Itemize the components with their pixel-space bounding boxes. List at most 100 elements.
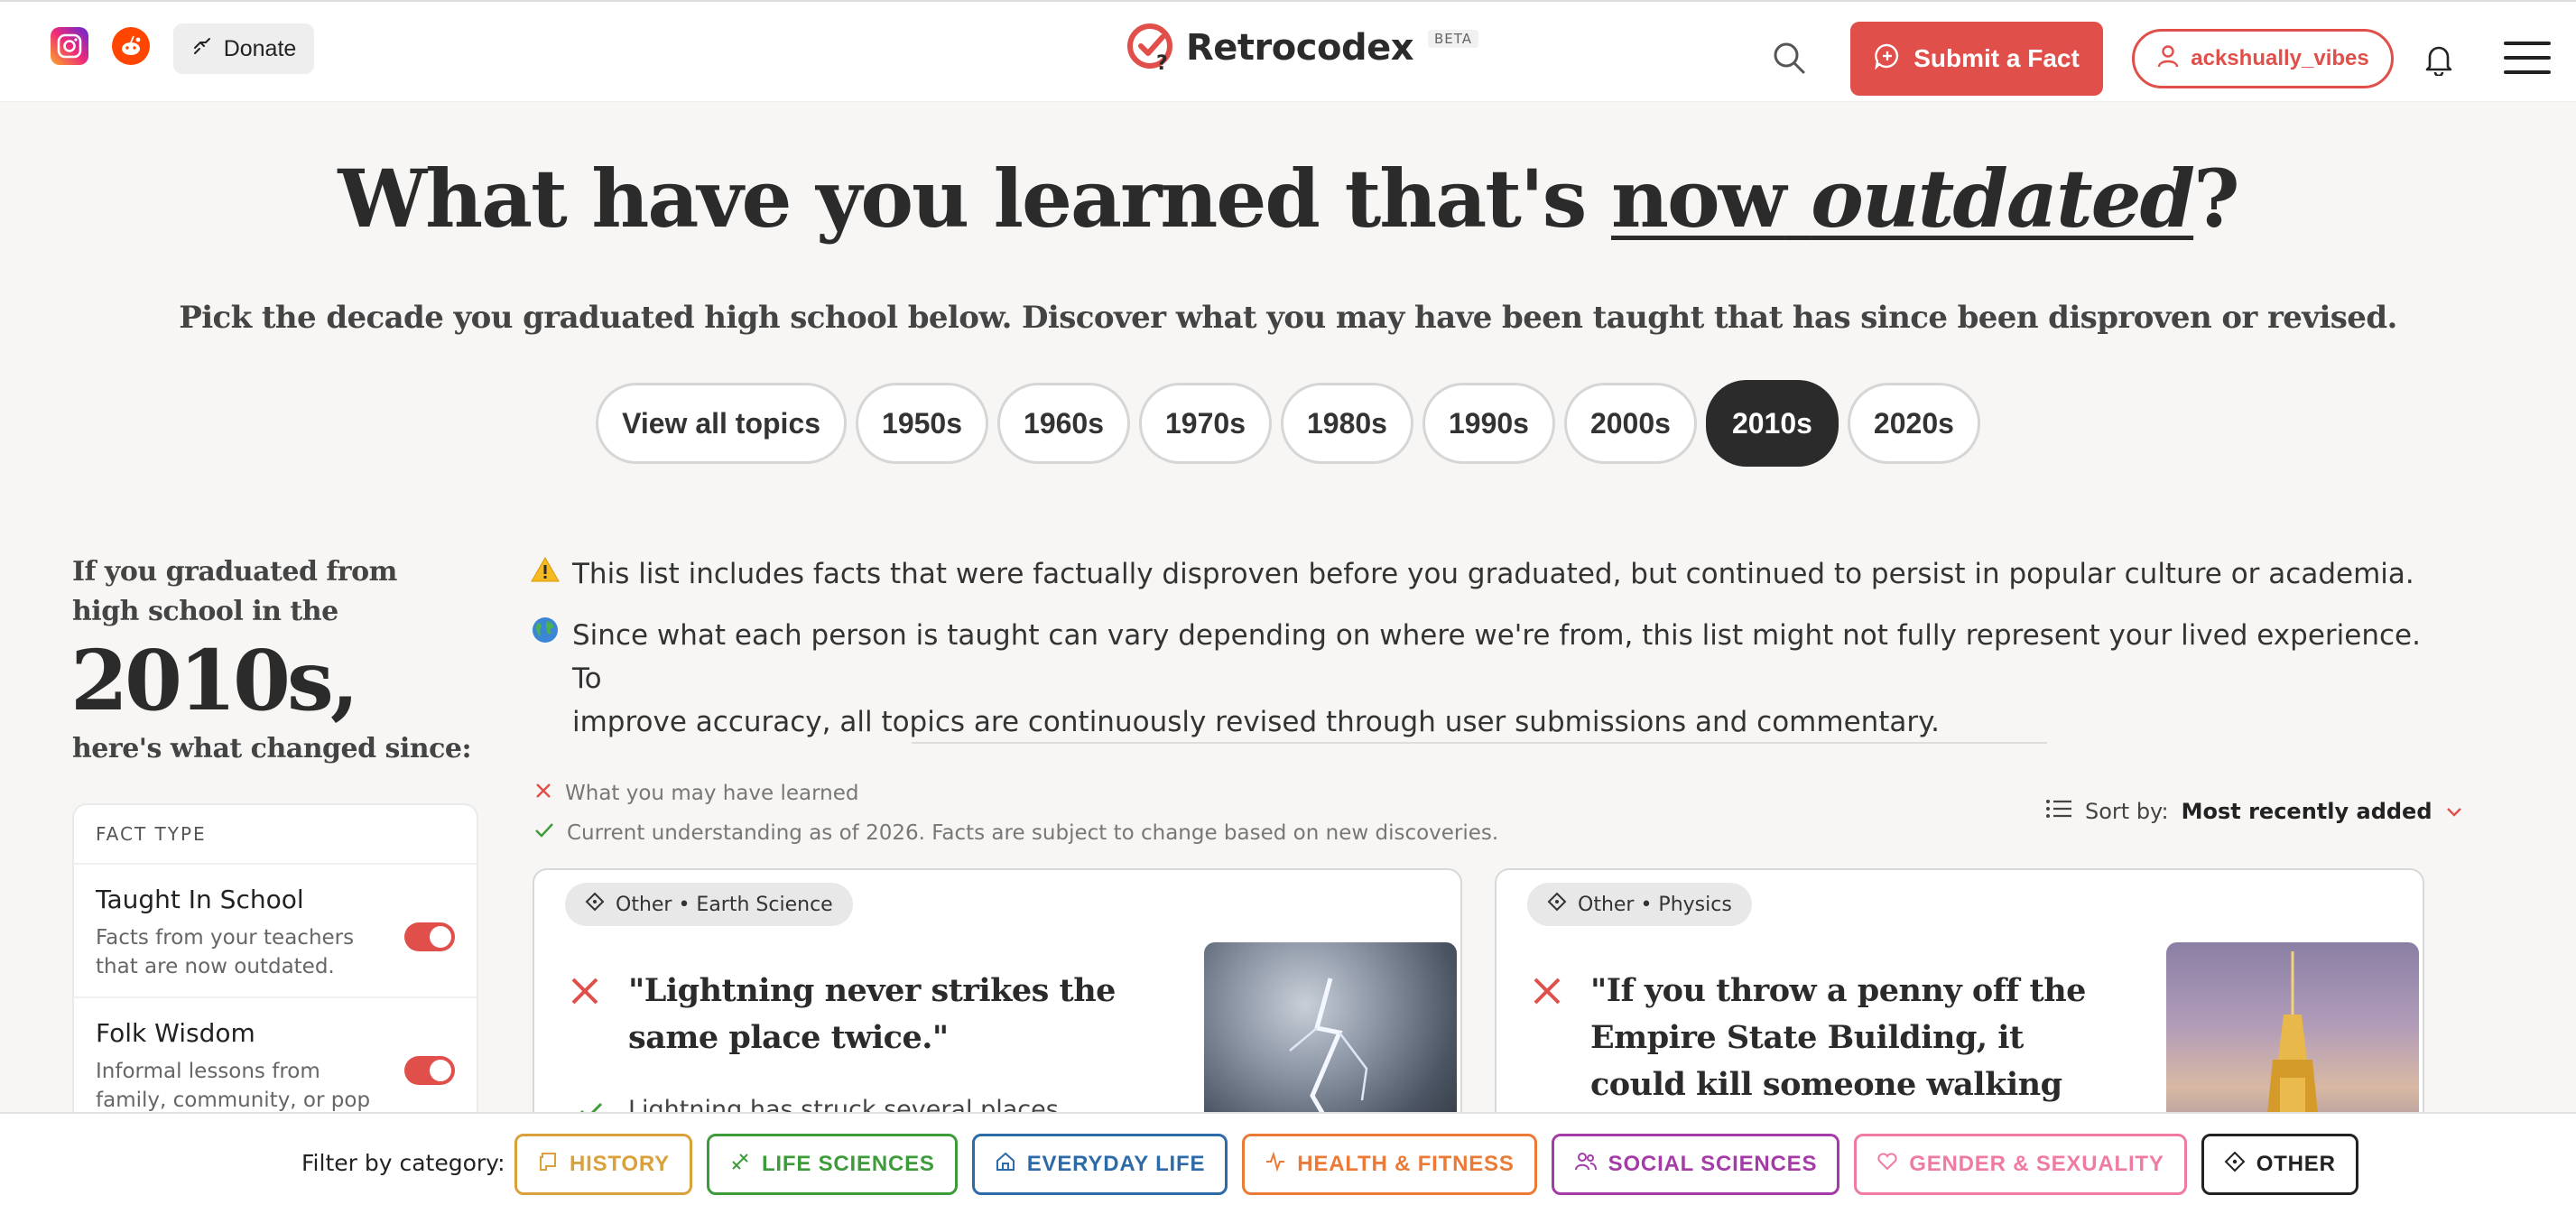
fact-type-folk-wisdom: Folk Wisdom Informal lessons from family… — [74, 998, 477, 1126]
site-logo[interactable]: ? Retrocodex BETA — [1126, 22, 1479, 75]
title-emphasis: now outdated — [1610, 152, 2195, 246]
decade-2020s[interactable]: 2020s — [1847, 383, 1980, 464]
globe-text-line2: improve accuracy, all topics are continu… — [572, 706, 1940, 738]
x-icon — [569, 975, 605, 1011]
submit-label: Submit a Fact — [1913, 44, 2080, 72]
category-history-button[interactable]: HISTORY — [514, 1134, 692, 1195]
reddit-icon[interactable] — [112, 27, 150, 65]
folk-wisdom-toggle[interactable] — [404, 1056, 455, 1085]
beta-badge: BETA — [1428, 30, 1479, 48]
card-tag-text: Other • Physics — [1578, 893, 1732, 916]
page-title: What have you learned that's now outdate… — [0, 152, 2576, 246]
instagram-icon[interactable] — [51, 27, 88, 65]
sidebar-since: here's what changed since: — [72, 733, 472, 765]
decade-1960s[interactable]: 1960s — [997, 383, 1130, 464]
fact-type-title: Folk Wisdom — [96, 1018, 255, 1048]
pulse-icon — [1265, 1151, 1286, 1179]
warning-notice: This list includes facts that were factu… — [531, 552, 2426, 596]
globe-text-line1: Since what each person is taught can var… — [572, 619, 2421, 695]
diamond-icon — [585, 892, 605, 917]
decade-1970s[interactable]: 1970s — [1139, 383, 1272, 464]
user-profile-button[interactable]: ackshually_vibes — [2132, 29, 2394, 88]
warning-icon — [531, 552, 561, 596]
chevron-down-icon — [2445, 799, 2463, 824]
category-filter-bar: Filter by category: HISTORY LIFE SCIENCE… — [0, 1112, 2576, 1214]
category-label: SOCIAL SCIENCES — [1608, 1152, 1818, 1176]
donate-label: Donate — [223, 35, 297, 61]
fact-type-desc: Facts from your teachers that are now ou… — [96, 926, 355, 978]
decade-1980s[interactable]: 1980s — [1280, 383, 1413, 464]
category-gender-sexuality-button[interactable]: GENDER & SEXUALITY — [1854, 1134, 2187, 1195]
x-icon — [534, 782, 552, 805]
bell-icon[interactable] — [2421, 42, 2457, 78]
people-icon — [1574, 1151, 1598, 1179]
sidebar-intro: If you graduated from high school in the — [72, 556, 397, 627]
lightning-storm-image — [1204, 942, 1457, 1137]
hamburger-menu-icon[interactable] — [2504, 42, 2551, 74]
category-label: EVERYDAY LIFE — [1026, 1152, 1206, 1176]
diamond-icon — [2224, 1151, 2246, 1179]
legend-learned-text: What you may have learned — [565, 782, 859, 805]
section-divider — [912, 742, 2047, 744]
decade-1950s[interactable]: 1950s — [856, 383, 989, 464]
donate-button[interactable]: Donate — [173, 23, 314, 74]
category-label: OTHER — [2256, 1152, 2336, 1176]
category-label: LIFE SCIENCES — [761, 1152, 935, 1176]
diamond-icon — [1547, 892, 1567, 917]
decade-2000s[interactable]: 2000s — [1563, 383, 1697, 464]
user-icon — [2156, 44, 2180, 74]
category-label: GENDER & SEXUALITY — [1909, 1152, 2164, 1176]
title-question-mark: ? — [2193, 152, 2240, 246]
fact-type-taught-in-school: Taught In School Facts from your teacher… — [74, 865, 477, 998]
decade-view-all[interactable]: View all topics — [596, 383, 848, 464]
title-now: now — [1610, 152, 1786, 246]
category-chips: HISTORY LIFE SCIENCES EVERYDAY LIFE HEAL… — [514, 1134, 2358, 1195]
decade-2010s[interactable]: 2010s — [1705, 380, 1839, 467]
sort-value: Most recently added — [2181, 799, 2432, 824]
title-text: What have you learned that's — [338, 152, 1611, 246]
globe-text: Since what each person is taught can var… — [572, 614, 2426, 744]
category-other-button[interactable]: OTHER — [2201, 1134, 2358, 1195]
search-icon[interactable] — [1769, 38, 1809, 78]
fact-card[interactable]: Other • Physics "If you throw a penny of… — [1495, 868, 2424, 1139]
home-icon — [995, 1151, 1016, 1179]
title-outdated: outdated — [1811, 152, 2195, 246]
taught-in-school-toggle[interactable] — [404, 922, 455, 951]
card-category-tag[interactable]: Other • Physics — [1527, 883, 1752, 926]
fact-type-title: Taught In School — [96, 885, 304, 914]
category-life-sciences-button[interactable]: LIFE SCIENCES — [706, 1134, 958, 1195]
card-category-tag[interactable]: Other • Earth Science — [565, 883, 853, 926]
submit-fact-button[interactable]: Submit a Fact — [1850, 22, 2103, 96]
x-icon — [1531, 975, 1567, 1011]
svg-text:?: ? — [1156, 52, 1168, 71]
legend-current-text: Current understanding as of 2026. Facts … — [567, 821, 1499, 845]
card-quote: "Lightning never strikes the same place … — [628, 972, 1116, 1056]
category-label: HEALTH & FITNESS — [1297, 1152, 1515, 1176]
logo-text: Retrocodex — [1186, 27, 1414, 69]
username: ackshually_vibes — [2191, 46, 2369, 70]
donate-icon — [191, 35, 213, 63]
legend-current: Current understanding as of 2026. Facts … — [534, 821, 1498, 845]
category-everyday-life-button[interactable]: EVERYDAY LIFE — [971, 1134, 1228, 1195]
warning-text: This list includes facts that were factu… — [572, 558, 2414, 590]
site-header: Donate ? Retrocodex BETA Submit a Fact a… — [0, 0, 2576, 102]
globe-notice: Since what each person is taught can var… — [531, 614, 2426, 744]
heart-icon — [1876, 1151, 1898, 1179]
category-health-fitness-button[interactable]: HEALTH & FITNESS — [1242, 1134, 1537, 1195]
category-label: HISTORY — [570, 1152, 670, 1176]
decade-1990s[interactable]: 1990s — [1422, 383, 1555, 464]
sort-control[interactable]: Sort by: Most recently added — [2045, 798, 2463, 825]
fact-type-panel: FACT TYPE Taught In School Facts from yo… — [72, 803, 478, 1128]
fact-type-header: FACT TYPE — [74, 805, 477, 865]
fact-card[interactable]: Other • Earth Science "Lightning never s… — [533, 868, 1462, 1139]
legend-learned: What you may have learned — [534, 782, 859, 805]
list-icon — [2045, 798, 2072, 825]
card-tag-text: Other • Earth Science — [616, 893, 833, 916]
chat-plus-icon — [1874, 42, 1901, 76]
empire-state-building-image — [2166, 942, 2419, 1137]
decade-selector: View all topics 1950s 1960s 1970s 1980s … — [0, 380, 2576, 469]
check-icon — [534, 821, 554, 845]
page-subtitle: Pick the decade you graduated high schoo… — [179, 300, 2397, 336]
category-social-sciences-button[interactable]: SOCIAL SCIENCES — [1551, 1134, 1840, 1195]
dna-icon — [729, 1151, 751, 1179]
